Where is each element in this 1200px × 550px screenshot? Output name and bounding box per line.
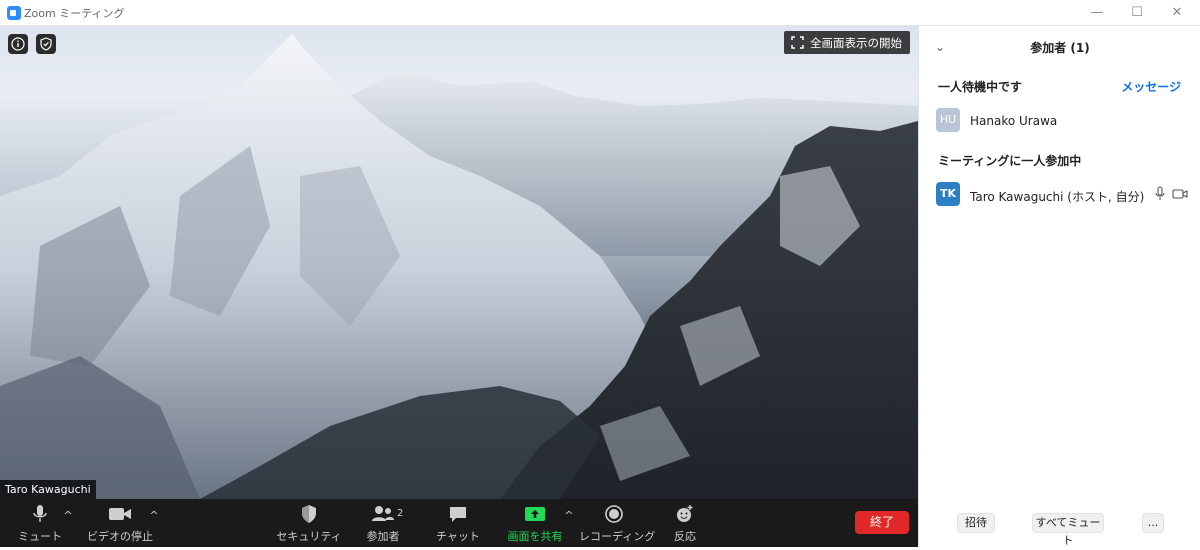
video-name-tag: Taro Kawaguchi xyxy=(0,480,96,499)
stop-video-button[interactable]: ビデオの停止 xyxy=(85,503,155,545)
title-bar: Zoom ミーティング — ☐ ✕ xyxy=(0,0,1200,26)
participant-name: Taro Kawaguchi (ホスト, 自分) xyxy=(970,190,1145,204)
camera-icon xyxy=(109,508,131,520)
mic-icon[interactable] xyxy=(1154,186,1166,202)
meeting-info-button[interactable] xyxy=(8,34,28,54)
recording-label: レコーディング xyxy=(579,530,656,543)
camera-icon[interactable] xyxy=(1172,188,1188,200)
people-icon xyxy=(372,506,394,521)
end-meeting-button[interactable]: 終了 xyxy=(855,511,909,534)
close-button[interactable]: ✕ xyxy=(1162,3,1192,23)
waiting-room-header: 一人待機中です xyxy=(938,80,1023,94)
participants-button[interactable]: 参加者 xyxy=(348,503,418,545)
minimize-button[interactable]: — xyxy=(1082,3,1112,23)
participant-name: Hanako Urawa xyxy=(970,114,1058,128)
reactions-button[interactable]: 反応 xyxy=(650,503,720,545)
participant-count-badge: 2 xyxy=(397,508,404,519)
fullscreen-label: 全画面表示の開始 xyxy=(810,36,902,50)
mute-all-button[interactable]: すべてミュート xyxy=(1032,513,1104,547)
participants-panel: ⌄ 参加者 (1) 一人待機中です メッセージ HU Hanako Urawa … xyxy=(918,26,1200,547)
reaction-icon xyxy=(677,505,693,522)
share-screen-label: 画面を共有 xyxy=(507,530,563,543)
fullscreen-button[interactable]: 全画面表示の開始 xyxy=(784,31,910,54)
participants-label: 参加者 xyxy=(366,530,400,543)
panel-title: 参加者 (1) xyxy=(1030,41,1090,55)
fullscreen-icon xyxy=(791,36,804,49)
waiting-participant-row[interactable]: HU Hanako Urawa xyxy=(919,106,1200,136)
shield-icon xyxy=(40,37,52,51)
window-title: Zoom ミーティング xyxy=(24,7,125,20)
video-area: 全画面表示の開始 Taro Kawaguchi xyxy=(0,26,918,499)
zoom-logo-icon xyxy=(7,6,21,20)
chat-button[interactable]: チャット xyxy=(423,503,493,545)
chat-label: チャット xyxy=(436,530,480,543)
message-link[interactable]: メッセージ xyxy=(1121,78,1181,95)
mic-icon xyxy=(33,505,47,522)
mute-label: ミュート xyxy=(18,530,62,543)
encryption-button[interactable] xyxy=(36,34,56,54)
more-options-button[interactable]: ... xyxy=(1142,513,1164,533)
share-screen-button[interactable]: 画面を共有 xyxy=(500,503,570,545)
in-meeting-header: ミーティングに一人参加中 xyxy=(938,154,1082,168)
reactions-label: 反応 xyxy=(674,530,696,543)
stop-video-label: ビデオの停止 xyxy=(87,530,153,543)
maximize-button[interactable]: ☐ xyxy=(1122,3,1152,23)
avatar: HU xyxy=(936,108,960,132)
mountain-background xyxy=(0,34,918,499)
chat-icon xyxy=(450,507,466,522)
video-options-caret-icon[interactable]: ^ xyxy=(148,509,160,522)
security-button[interactable]: セキュリティ xyxy=(274,503,344,545)
info-icon xyxy=(11,37,25,51)
security-label: セキュリティ xyxy=(276,530,342,543)
audio-options-caret-icon[interactable]: ^ xyxy=(62,509,74,522)
avatar: TK xyxy=(936,182,960,206)
recording-button[interactable]: レコーディング xyxy=(579,503,656,545)
shield-icon xyxy=(302,505,316,523)
meeting-toolbar: ミュート ^ ビデオの停止 ^ セキュリティ 参加者 チャット 画面を共有 ^ … xyxy=(0,499,918,547)
record-icon xyxy=(605,505,623,523)
share-screen-icon xyxy=(525,507,545,521)
share-options-caret-icon[interactable]: ^ xyxy=(563,509,575,522)
invite-button[interactable]: 招待 xyxy=(957,513,995,533)
